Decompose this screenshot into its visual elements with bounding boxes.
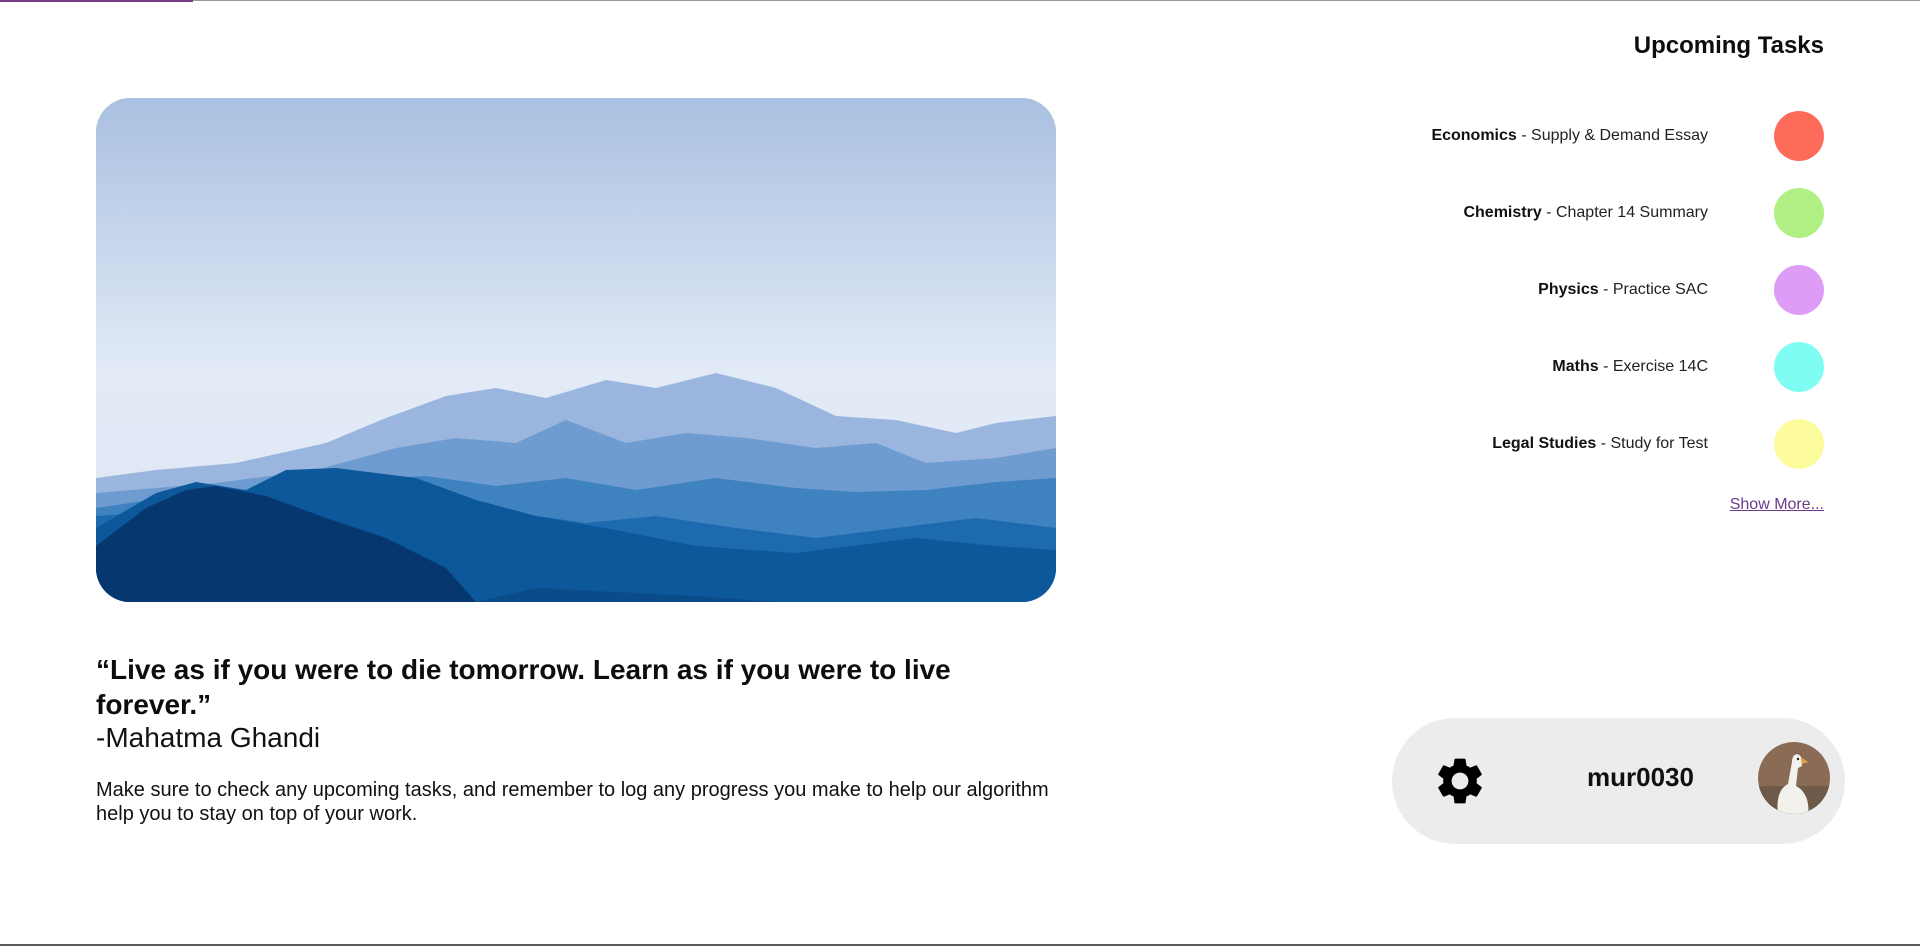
task-color-dot[interactable] [1774, 188, 1824, 238]
task-item[interactable]: Chemistry - Chapter 14 Summary [1124, 187, 1824, 239]
task-label: Economics - Supply & Demand Essay [1431, 127, 1708, 145]
top-border [0, 0, 1920, 1]
task-description: - Practice SAC [1598, 281, 1708, 298]
task-color-dot[interactable] [1774, 111, 1824, 161]
user-card: mur0030 [1392, 718, 1845, 844]
username: mur0030 [1587, 762, 1694, 792]
task-subject: Legal Studies [1492, 435, 1597, 452]
task-label: Chemistry - Chapter 14 Summary [1463, 204, 1708, 222]
hero-image [96, 98, 1056, 602]
task-item[interactable]: Economics - Supply & Demand Essay [1124, 110, 1824, 162]
show-more-link[interactable]: Show More... [1730, 496, 1824, 514]
task-description: - Chapter 14 Summary [1541, 204, 1708, 221]
task-color-dot[interactable] [1774, 265, 1824, 315]
task-label: Maths - Exercise 14C [1552, 358, 1708, 376]
quote-text: “Live as if you were to die tomorrow. Le… [96, 654, 951, 720]
task-subject: Physics [1538, 281, 1599, 298]
info-message: Make sure to check any upcoming tasks, a… [96, 779, 1049, 825]
task-subject: Economics [1431, 127, 1517, 144]
task-label: Physics - Practice SAC [1538, 281, 1708, 299]
task-subject: Chemistry [1463, 204, 1542, 221]
upcoming-tasks-title: Upcoming Tasks [1633, 32, 1824, 59]
avatar[interactable] [1758, 742, 1830, 814]
task-item[interactable]: Legal Studies - Study for Test [1124, 418, 1824, 470]
quote-author: -Mahatma Ghandi [96, 722, 321, 753]
task-description: - Exercise 14C [1598, 358, 1708, 375]
task-description: - Study for Test [1596, 435, 1708, 452]
task-color-dot[interactable] [1774, 419, 1824, 469]
task-item[interactable]: Maths - Exercise 14C [1124, 341, 1824, 393]
task-subject: Maths [1552, 358, 1599, 375]
task-color-dot[interactable] [1774, 342, 1824, 392]
gear-icon[interactable] [1432, 753, 1488, 809]
task-description: - Supply & Demand Essay [1516, 127, 1708, 144]
task-label: Legal Studies - Study for Test [1492, 435, 1708, 453]
loading-accent-bar [0, 0, 193, 2]
task-item[interactable]: Physics - Practice SAC [1124, 264, 1824, 316]
